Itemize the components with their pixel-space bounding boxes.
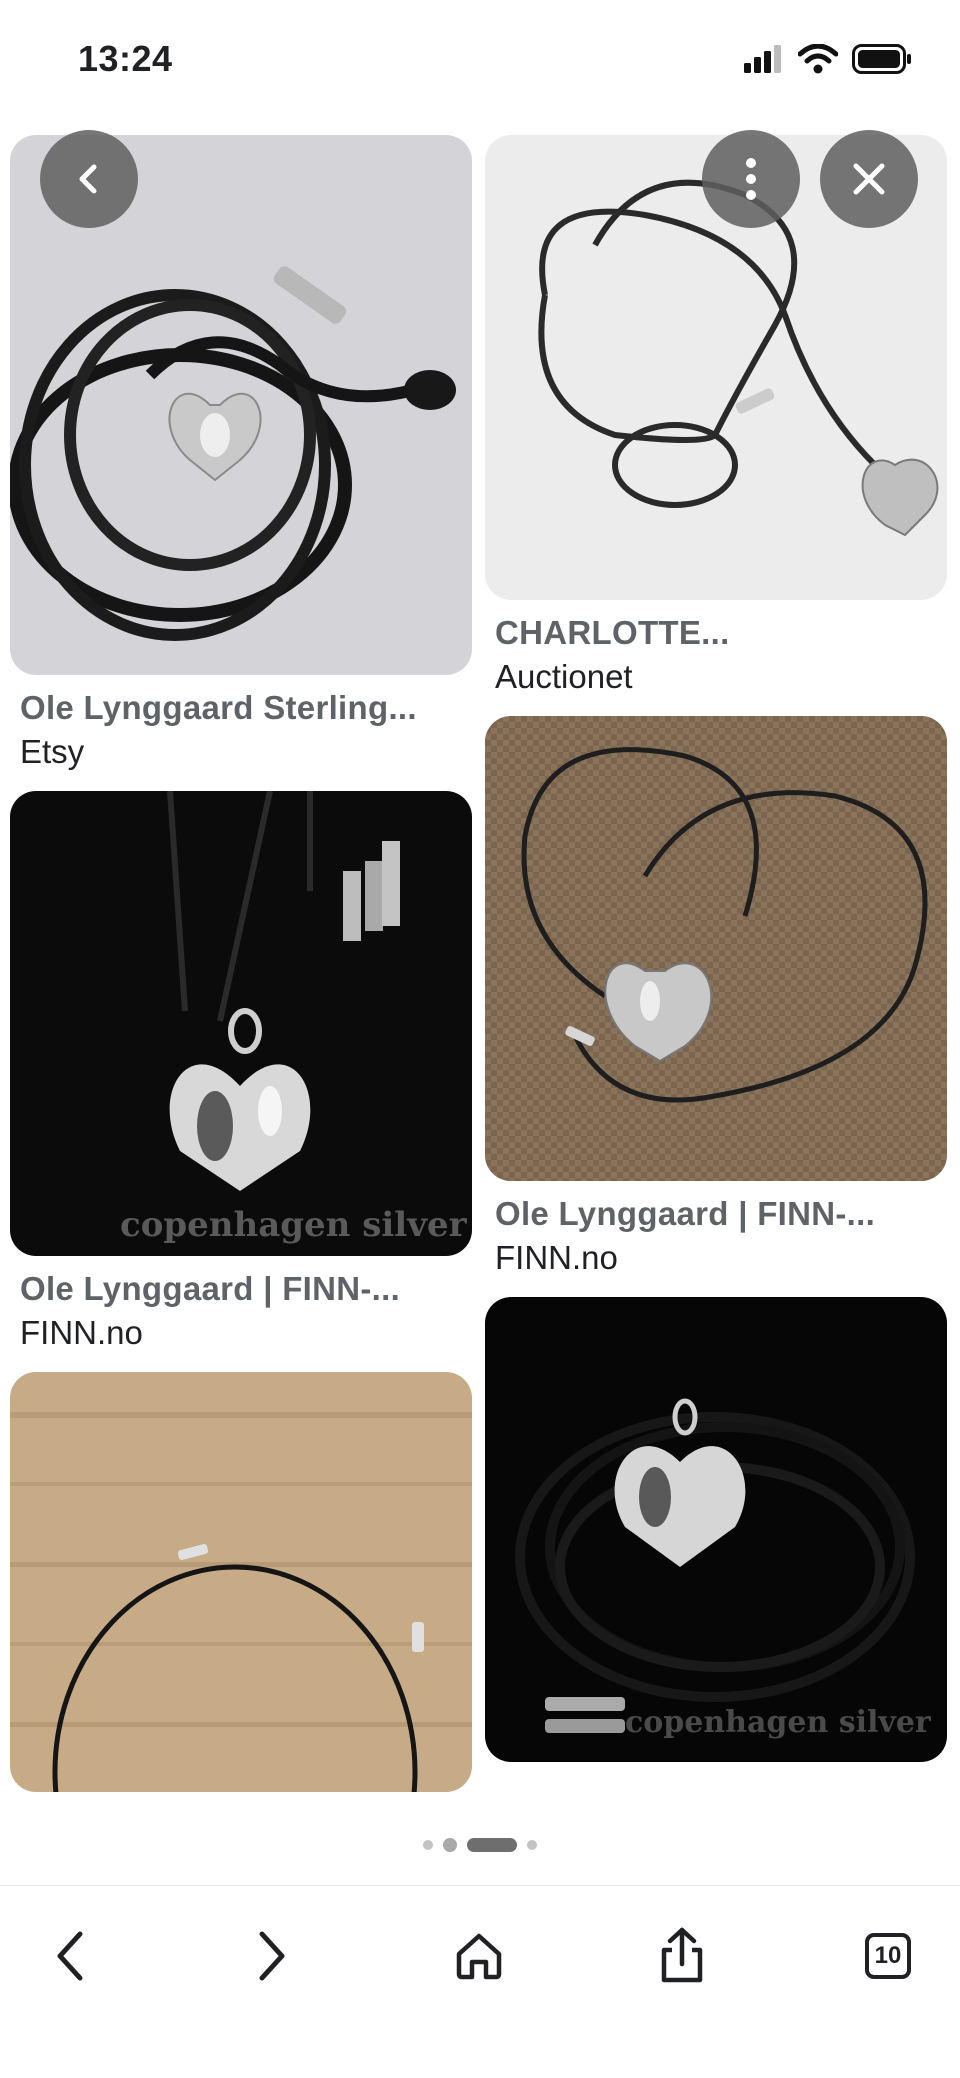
watermark-text: copenhagen silver xyxy=(120,1205,468,1245)
result-thumbnail[interactable]: copenhagen silver xyxy=(10,791,472,1256)
chevron-left-icon xyxy=(57,1931,83,1981)
status-time: 13:24 xyxy=(78,38,173,79)
back-button[interactable] xyxy=(34,1920,106,1992)
result-card[interactable]: copenhagen silver Ole Lynggaard | FINN-.… xyxy=(10,791,472,1352)
watermark-text: copenhagen silver xyxy=(625,1705,932,1740)
cellular-signal-icon xyxy=(744,45,781,73)
result-source: Auctionet xyxy=(495,658,633,695)
more-vertical-icon xyxy=(746,158,756,200)
result-card[interactable]: Ole Lynggaard Sterling... Etsy xyxy=(10,135,472,771)
more-options-button[interactable] xyxy=(702,130,800,228)
results-column-right: FINN.no CHARLOTTE... Auctionet xyxy=(485,95,947,1782)
tabs-count: 10 xyxy=(865,1933,911,1979)
wifi-icon xyxy=(798,44,838,74)
results-column-left: FINN.no Ole Lynggaard Sterling... Etsy xyxy=(10,95,472,1812)
home-button[interactable] xyxy=(443,1920,515,1992)
forward-button[interactable] xyxy=(236,1920,308,1992)
page-dot-active xyxy=(467,1838,517,1852)
result-thumbnail[interactable]: copenhagen silver xyxy=(485,1297,947,1762)
tabs-button[interactable]: 10 xyxy=(852,1920,924,1992)
status-bar: 13:24 xyxy=(0,0,960,118)
home-icon xyxy=(456,1933,502,1980)
page-dot xyxy=(527,1840,537,1850)
browser-toolbar: 10 xyxy=(0,1885,960,2078)
chevron-right-icon xyxy=(259,1931,285,1981)
image-results-feed[interactable]: FINN.no Ole Lynggaard Sterling... Etsy xyxy=(0,95,960,1820)
result-title: Ole Lynggaard | FINN-... xyxy=(495,1195,876,1232)
result-source: Etsy xyxy=(20,733,85,770)
page-dot xyxy=(423,1840,433,1850)
result-source: FINN.no xyxy=(495,1239,618,1276)
back-overlay-button[interactable] xyxy=(40,130,138,228)
status-icons xyxy=(744,44,912,74)
page-indicator xyxy=(0,1838,960,1852)
result-card[interactable]: Ole Lynggaard | FINN-... FINN.no xyxy=(485,716,947,1277)
share-icon xyxy=(661,1927,703,1983)
share-button[interactable] xyxy=(646,1920,718,1992)
result-card[interactable]: copenhagen silver xyxy=(485,1297,947,1762)
result-card[interactable] xyxy=(10,1372,472,1792)
result-title: Ole Lynggaard | FINN-... xyxy=(20,1270,401,1307)
close-overlay-button[interactable] xyxy=(820,130,918,228)
result-title: Ole Lynggaard Sterling... xyxy=(20,689,417,726)
result-title: CHARLOTTE... xyxy=(495,614,730,651)
page-dot xyxy=(443,1838,457,1852)
close-icon xyxy=(853,163,885,195)
result-source: FINN.no xyxy=(20,1314,143,1351)
chevron-left-icon xyxy=(79,164,97,194)
result-thumbnail[interactable] xyxy=(10,1372,472,1792)
battery-icon xyxy=(852,44,911,74)
result-thumbnail[interactable] xyxy=(485,716,947,1181)
